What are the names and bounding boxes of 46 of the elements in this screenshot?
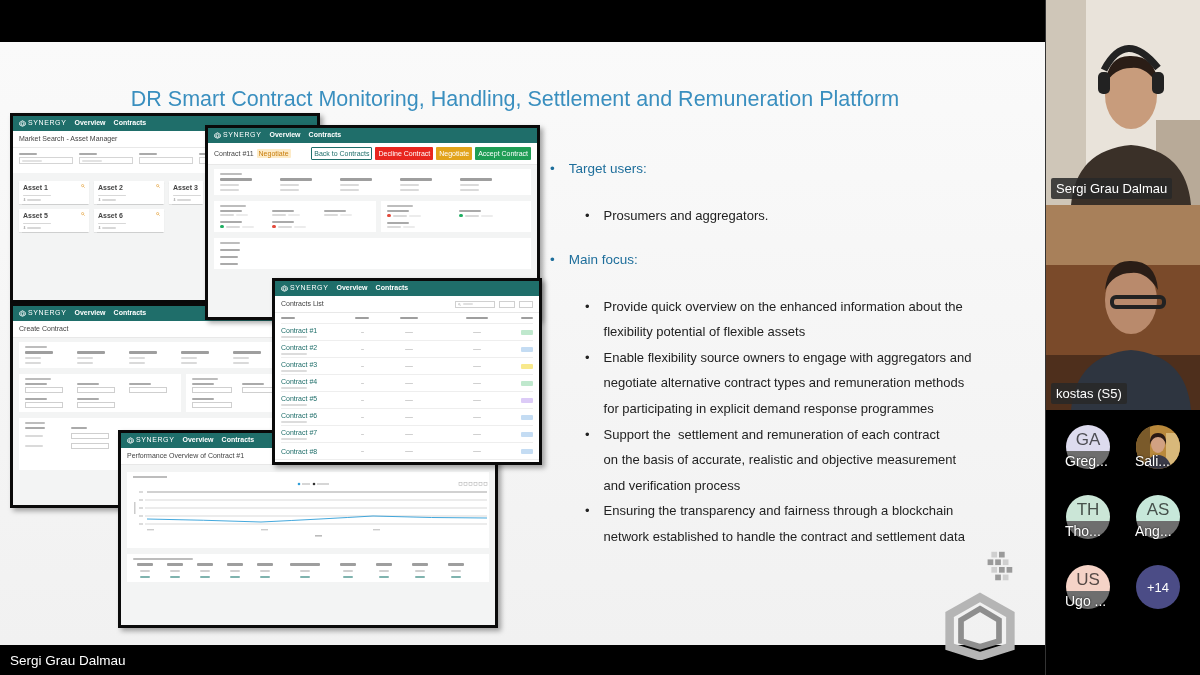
bullet-text: Enable flexibility source owners to engage with aggregators and negotiate alternative contract types and remuneration methods for participating in explicit demand response programmes <box>603 348 972 418</box>
person-icon <box>98 198 101 202</box>
bullet-text: Ensuring the transparency and fairness through a blockchain network established to handle the contract and settlement data <box>603 502 965 546</box>
bullet-text: Provide quick overview on the enhanced information about the flexibility potential of flexible assets <box>603 297 963 342</box>
search-icon <box>156 184 160 189</box>
chart-toolbar-icon[interactable] <box>458 482 488 487</box>
bullet-text: Prosumers and aggregators. <box>603 207 769 225</box>
avatar-initials: TH <box>1076 501 1100 520</box>
chart-legend <box>297 483 329 486</box>
avatar-initials: AS <box>1146 501 1170 520</box>
bullet-icon: • <box>550 251 555 267</box>
participant-name-label: kostas (S5) <box>1051 383 1127 404</box>
presenter-name: Sergi Grau Dalmau <box>10 652 126 668</box>
participant-name: Sali... <box>1135 453 1170 469</box>
search-icon <box>81 184 85 189</box>
sort-button[interactable] <box>499 300 515 308</box>
avatar-initials: GA <box>1075 431 1101 450</box>
bullet-icon: • <box>585 498 590 524</box>
search-icon <box>458 302 461 306</box>
more-participants-button[interactable]: +14 <box>1136 565 1180 609</box>
person-icon <box>23 198 26 202</box>
section-title-placeholder <box>133 476 167 479</box>
bullet-icon: • <box>550 161 555 176</box>
logo-icon <box>127 437 134 444</box>
avatar-initials: US <box>1076 571 1100 590</box>
logo-icon <box>19 120 26 127</box>
bullet-icon: • <box>585 421 590 448</box>
logo-icon <box>19 310 26 317</box>
bullet-icon: • <box>585 344 590 371</box>
person-icon <box>173 198 176 202</box>
participant-name-label: Sergi Grau Dalmau <box>1051 178 1173 199</box>
person-icon <box>98 226 101 230</box>
search-icon <box>81 212 85 217</box>
bullet-icon: • <box>585 203 590 229</box>
bullet-heading: Main focus: <box>568 251 638 267</box>
search-field[interactable] <box>455 300 495 308</box>
bullet-heading: Target users: <box>568 161 647 176</box>
filter-button[interactable] <box>519 300 533 308</box>
y-axis-ticks <box>134 491 143 526</box>
slide-title: DR Smart Contract Monitoring, Handling, Settlement and Remuneration Platform <box>130 87 900 111</box>
person-icon <box>23 226 26 230</box>
logo-icon <box>214 132 221 139</box>
search-icon <box>156 212 160 217</box>
bullet-text: Support the settlement and remuneration of each contract on the basis of accurate, realistic and objective measurement and verification process <box>603 425 957 495</box>
bullet-icon: • <box>585 293 590 320</box>
logo-icon <box>281 285 288 292</box>
